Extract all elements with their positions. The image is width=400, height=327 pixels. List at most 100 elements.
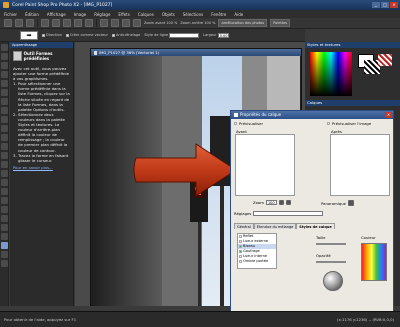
dialog-close-button[interactable]: × <box>385 112 392 118</box>
selection-tool-icon[interactable] <box>1 80 8 87</box>
after-preview[interactable] <box>330 134 390 196</box>
antialias-option[interactable]: Anticrénelage <box>111 33 140 37</box>
tab-blend-range[interactable]: Étendue du mélange <box>253 223 297 229</box>
paint-brush-icon[interactable] <box>1 179 8 186</box>
perspective-tool-icon[interactable] <box>1 134 8 141</box>
lighten-darken-icon[interactable] <box>1 197 8 204</box>
menu-effets[interactable]: Effets <box>118 12 129 17</box>
preset-shape-tool-icon[interactable] <box>1 242 8 249</box>
picture-tube-icon[interactable] <box>1 215 8 222</box>
open-icon[interactable] <box>15 19 23 27</box>
menu-fichier[interactable]: Fichier <box>4 12 17 17</box>
learn-more-link[interactable]: Pour en savoir plus... <box>10 165 73 170</box>
undo-icon[interactable] <box>41 19 49 27</box>
save-icon[interactable] <box>26 19 34 27</box>
red-arrow-shape[interactable] <box>132 140 242 200</box>
zoom-in-label[interactable]: Zoom avant 100 % <box>144 21 177 25</box>
menu-fenetre[interactable]: Fenêtre <box>211 12 226 17</box>
width-input[interactable]: 5.00 <box>217 32 230 38</box>
effect-checkbox[interactable] <box>239 235 242 238</box>
menu-affichage[interactable]: Affichage <box>47 12 66 17</box>
magic-wand-icon[interactable] <box>1 98 8 105</box>
move-tool-icon[interactable] <box>1 71 8 78</box>
pen-tool-icon[interactable] <box>1 251 8 258</box>
minimize-button[interactable]: _ <box>372 2 380 8</box>
enhance-photo-button[interactable]: Amélioration des photos <box>218 19 268 27</box>
menu-aide[interactable]: Aide <box>234 12 243 17</box>
zoom-out-label[interactable]: Zoom arrière 100 % <box>180 21 215 25</box>
preset-shape-icon <box>13 51 22 61</box>
makeover-tool-icon[interactable] <box>1 152 8 159</box>
new-icon[interactable] <box>4 19 12 27</box>
arrow-shape-icon <box>133 143 237 197</box>
before-preview[interactable] <box>235 134 295 196</box>
menu-edition[interactable]: Édition <box>25 12 39 17</box>
effect-list: Reflet Lueur externe Biseau Gaufrage Lue… <box>237 233 277 269</box>
crop-tool-icon[interactable] <box>1 116 8 123</box>
effect-item[interactable]: Ombre portée <box>238 259 276 264</box>
preview-image-option[interactable]: Prévisualiser l'image <box>327 121 371 126</box>
line-style-option[interactable]: Style de ligne <box>144 32 200 38</box>
zoom-out-icon[interactable] <box>285 200 291 205</box>
cut-icon[interactable] <box>63 19 71 27</box>
menu-reglage[interactable]: Réglage <box>94 12 110 17</box>
zoom-in-icon[interactable] <box>278 200 284 205</box>
color-palette-picker[interactable] <box>310 52 352 96</box>
redo-icon[interactable] <box>52 19 60 27</box>
clone-brush-icon[interactable] <box>1 161 8 168</box>
effect-checkbox-checked[interactable] <box>239 250 242 253</box>
effect-checkbox[interactable] <box>239 260 242 263</box>
create-vector-label: Créer comme vecteur <box>69 33 108 37</box>
preview-image-checkbox[interactable] <box>327 122 330 125</box>
flood-fill-icon[interactable] <box>1 224 8 231</box>
dropper-icon[interactable] <box>1 107 8 114</box>
straighten-tool-icon[interactable] <box>1 125 8 132</box>
create-vector-option[interactable]: Créer comme vecteur <box>65 33 108 37</box>
pattern-swatch[interactable] <box>378 54 392 66</box>
shape-preview-arrow-icon[interactable]: ➡ <box>20 30 38 40</box>
browser-icon[interactable] <box>100 19 108 27</box>
size-slider[interactable] <box>316 243 346 245</box>
zoom-input[interactable]: 100 <box>265 200 277 205</box>
create-vector-checkbox[interactable] <box>65 33 69 37</box>
effect-checkbox-checked[interactable] <box>239 245 242 248</box>
print-icon[interactable] <box>111 19 119 27</box>
scratch-remover-icon[interactable] <box>1 170 8 177</box>
antialias-checkbox[interactable] <box>111 33 115 37</box>
close-button[interactable]: × <box>390 2 398 8</box>
pan-icon[interactable] <box>347 200 354 206</box>
resize-icon[interactable] <box>133 19 141 27</box>
menu-selections[interactable]: Sélections <box>183 12 204 17</box>
effect-checkbox[interactable] <box>239 240 242 243</box>
red-eye-tool-icon[interactable] <box>1 143 8 150</box>
topic-heading: Outil Formes prédéfinies <box>10 48 73 64</box>
airbrush-icon[interactable] <box>1 188 8 195</box>
menu-objets[interactable]: Objets <box>162 12 175 17</box>
document-title-bar: IMG_P1027 @ 36% (Vectoriel 1) <box>91 49 301 56</box>
presets-select[interactable] <box>253 211 324 216</box>
direction-option[interactable]: Direction <box>42 33 62 37</box>
menu-calques[interactable]: Calques <box>138 12 154 17</box>
preview-toggle[interactable]: Prévisualiser <box>234 121 263 126</box>
tab-layer-styles[interactable]: Styles de calque <box>296 223 335 229</box>
paste-icon[interactable] <box>85 19 93 27</box>
copy-icon[interactable] <box>74 19 82 27</box>
maximize-button[interactable]: □ <box>381 2 389 8</box>
tab-general[interactable]: Général <box>234 223 254 229</box>
opacity-slider[interactable] <box>316 261 346 263</box>
crop-icon[interactable] <box>122 19 130 27</box>
menu-image[interactable]: Image <box>74 12 87 17</box>
preview-toggle-checkbox[interactable] <box>234 122 237 125</box>
effect-checkbox[interactable] <box>239 255 242 258</box>
zoom-tool-icon[interactable] <box>1 53 8 60</box>
line-style-select[interactable] <box>169 32 200 38</box>
pick-tool-icon[interactable] <box>1 62 8 69</box>
pan-tool-icon[interactable] <box>1 44 8 51</box>
palettes-button[interactable]: Palettes <box>270 19 291 27</box>
direction-checkbox[interactable] <box>42 33 45 37</box>
freehand-selection-icon[interactable] <box>1 89 8 96</box>
warp-brush-icon[interactable] <box>1 260 8 267</box>
eraser-icon[interactable] <box>1 206 8 213</box>
text-tool-icon[interactable] <box>1 233 8 240</box>
color-gradient-picker[interactable] <box>361 243 387 281</box>
